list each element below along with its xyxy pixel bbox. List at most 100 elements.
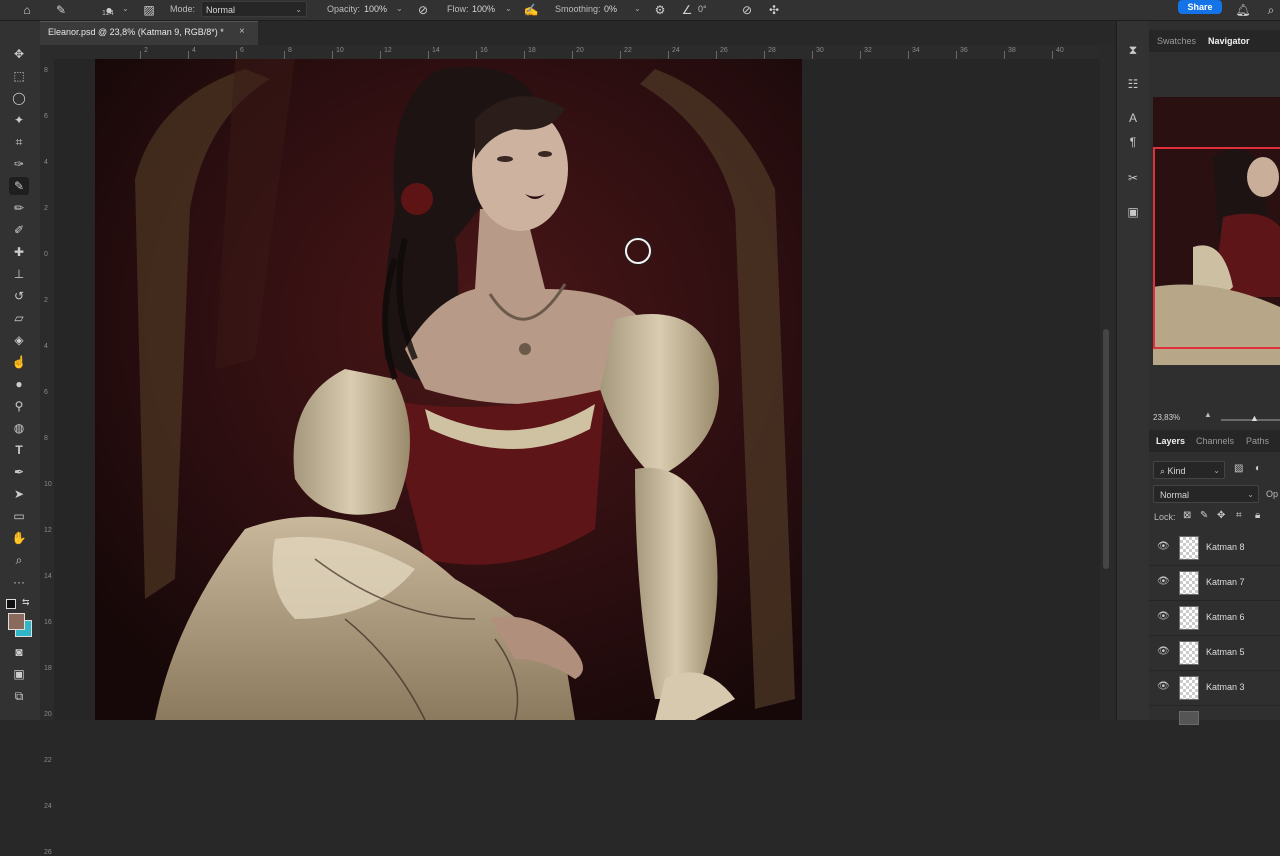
share-button[interactable]: Share bbox=[1178, 0, 1222, 14]
tab-swatches[interactable]: Swatches bbox=[1157, 30, 1196, 52]
chevron-down-icon[interactable]: ⌄ bbox=[396, 2, 403, 16]
pencil-tool-icon[interactable]: ✏ bbox=[9, 199, 29, 217]
ruler-tick-mark bbox=[1004, 51, 1005, 59]
eye-icon[interactable]: 👁︎ bbox=[1157, 541, 1170, 553]
sponge-tool-icon[interactable]: ◍ bbox=[9, 419, 29, 437]
tab-channels[interactable]: Channels bbox=[1196, 430, 1234, 452]
options-bar: ⌂ ✎ ● 124 ⌄ ▨ Mode: Normal ⌄ Opacity: 10… bbox=[0, 0, 1280, 21]
filter-image-icon[interactable]: ▨ bbox=[1234, 463, 1243, 474]
artboard-icon[interactable]: ⧉ bbox=[9, 687, 29, 705]
pen-tool-icon[interactable]: ✒ bbox=[9, 463, 29, 481]
opacity-field[interactable]: 100% bbox=[364, 1, 394, 17]
tab-layers[interactable]: Layers bbox=[1156, 430, 1185, 452]
eyedropper-tool-icon[interactable]: ✑ bbox=[9, 155, 29, 173]
ruler-tick-mark bbox=[188, 51, 189, 59]
rectangle-tool-icon[interactable]: ▭ bbox=[9, 507, 29, 525]
move-tool-icon[interactable]: ✥ bbox=[9, 45, 29, 63]
blur-tool-icon[interactable]: ● bbox=[9, 375, 29, 393]
layer-row[interactable]: 👁︎ Katman 6 bbox=[1149, 601, 1280, 636]
eye-icon[interactable]: 👁︎ bbox=[1157, 611, 1170, 623]
close-icon[interactable]: × bbox=[239, 26, 245, 37]
filter-adjustment-icon[interactable]: ◐ bbox=[1255, 463, 1261, 474]
lock-position-icon[interactable]: ✥ bbox=[1217, 510, 1225, 521]
tab-paths[interactable]: Paths bbox=[1246, 430, 1269, 452]
bell-icon[interactable]: 🔔︎ bbox=[1234, 1, 1252, 19]
history-brush-tool-icon[interactable]: ↺ bbox=[9, 287, 29, 305]
screen-mode-icon[interactable]: ▣ bbox=[9, 665, 29, 683]
healing-brush-tool-icon[interactable]: ✚ bbox=[9, 243, 29, 261]
ruler-tick-mark bbox=[812, 51, 813, 59]
type-tool-icon[interactable]: T bbox=[9, 441, 29, 459]
paragraph-panel-icon[interactable]: ¶ bbox=[1124, 133, 1142, 151]
search-icon[interactable]: ⌕ bbox=[1262, 1, 1280, 19]
symmetry-icon[interactable]: ✣ bbox=[765, 1, 783, 19]
properties-panel-icon[interactable]: ▣ bbox=[1124, 203, 1142, 221]
brush-tool-icon[interactable]: ✎ bbox=[9, 177, 29, 195]
clone-stamp-tool-icon[interactable]: ⊥ bbox=[9, 265, 29, 283]
object-selection-tool-icon[interactable]: ✦ bbox=[9, 111, 29, 129]
lock-paint-icon[interactable]: ✎ bbox=[1200, 510, 1208, 521]
crop-tool-icon[interactable]: ⌗ bbox=[9, 133, 29, 151]
vertical-scrollbar[interactable] bbox=[1100, 45, 1114, 720]
smoothing-field[interactable]: 0% bbox=[604, 1, 630, 17]
eraser-tool-icon[interactable]: ▱ bbox=[9, 309, 29, 327]
home-icon[interactable]: ⌂ bbox=[18, 1, 36, 19]
more-tools-icon[interactable]: ··· bbox=[9, 573, 29, 591]
chevron-down-icon[interactable]: ⌄ bbox=[122, 2, 129, 16]
adjustments-panel-icon[interactable]: ☷ bbox=[1124, 75, 1142, 93]
character-panel-icon[interactable]: A bbox=[1124, 109, 1142, 127]
history-panel-icon[interactable]: ⧗ bbox=[1124, 41, 1142, 59]
tab-navigator[interactable]: Navigator bbox=[1208, 30, 1250, 52]
flow-field[interactable]: 100% bbox=[472, 1, 502, 17]
chevron-down-icon[interactable]: ⌄ bbox=[634, 2, 641, 16]
brush-tool-preset-icon[interactable]: ✎ bbox=[52, 1, 70, 19]
brush-settings-icon[interactable]: ▨ bbox=[140, 1, 158, 19]
pressure-size-icon[interactable]: ⊘ bbox=[738, 1, 756, 19]
blend-mode-select[interactable]: Normal ⌄ bbox=[1153, 485, 1259, 503]
layer-row[interactable]: 👁︎ Katman 7 bbox=[1149, 566, 1280, 601]
marquee-tool-icon[interactable]: ⬚ bbox=[9, 67, 29, 85]
mixer-brush-tool-icon[interactable]: ✐ bbox=[9, 221, 29, 239]
swap-colors-icon[interactable]: ⇆ bbox=[22, 597, 30, 608]
zoom-out-icon[interactable]: ▲ bbox=[1204, 410, 1212, 419]
artwork-image[interactable] bbox=[95, 59, 802, 720]
path-selection-tool-icon[interactable]: ➤ bbox=[9, 485, 29, 503]
mode-select[interactable]: Normal ⌄ bbox=[201, 1, 307, 17]
document-tab[interactable]: Eleanor.psd @ 23,8% (Katman 9, RGB/8*) *… bbox=[40, 21, 258, 45]
quick-mask-icon[interactable]: ◙ bbox=[9, 643, 29, 661]
tools-preset-icon[interactable]: ✂ bbox=[1124, 169, 1142, 187]
layer-row-partial[interactable] bbox=[1149, 706, 1280, 725]
scrollbar-thumb[interactable] bbox=[1103, 329, 1109, 569]
ruler-tick-label: 4 bbox=[192, 47, 196, 54]
default-colors-icon[interactable] bbox=[6, 599, 16, 609]
smudge-tool-icon[interactable]: ☝ bbox=[9, 353, 29, 371]
dodge-tool-icon[interactable]: ⚲ bbox=[9, 397, 29, 415]
zoom-slider-thumb[interactable]: ▲ bbox=[1250, 413, 1259, 423]
layer-filter-select[interactable]: ⌕ Kind ⌄ bbox=[1153, 461, 1225, 479]
layer-thumbnail bbox=[1179, 606, 1199, 630]
layer-row[interactable]: 👁︎ Katman 5 bbox=[1149, 636, 1280, 671]
eye-icon[interactable]: 👁︎ bbox=[1157, 576, 1170, 588]
angle-value[interactable]: 0° bbox=[698, 2, 707, 16]
lock-transparent-icon[interactable]: ⊠ bbox=[1183, 510, 1191, 521]
layer-row[interactable]: 👁︎ Katman 8 bbox=[1149, 531, 1280, 566]
eye-icon[interactable]: 👁︎ bbox=[1157, 646, 1170, 658]
zoom-value[interactable]: 23,83% bbox=[1153, 413, 1180, 422]
mode-value: Normal bbox=[206, 5, 236, 15]
eye-icon[interactable]: 👁︎ bbox=[1157, 681, 1170, 693]
lock-all-icon[interactable]: 🔒︎ bbox=[1255, 510, 1260, 521]
hand-tool-icon[interactable]: ✋ bbox=[9, 529, 29, 547]
lasso-tool-icon[interactable]: ◯ bbox=[9, 89, 29, 107]
navigator-preview[interactable] bbox=[1153, 97, 1280, 365]
gear-icon[interactable]: ⚙ bbox=[651, 1, 669, 19]
lock-artboard-icon[interactable]: ⌗ bbox=[1236, 510, 1242, 521]
canvas-area[interactable] bbox=[54, 59, 1100, 720]
paint-bucket-tool-icon[interactable]: ◈ bbox=[9, 331, 29, 349]
zoom-tool-icon[interactable]: ⌕ bbox=[9, 551, 29, 569]
foreground-color-swatch[interactable] bbox=[8, 613, 25, 630]
ruler-tick-label: 32 bbox=[864, 47, 872, 54]
airbrush-icon[interactable]: ✍ bbox=[522, 1, 540, 19]
layer-row[interactable]: 👁︎ Katman 3 bbox=[1149, 671, 1280, 706]
pressure-opacity-icon[interactable]: ⊘ bbox=[414, 1, 432, 19]
chevron-down-icon[interactable]: ⌄ bbox=[505, 2, 512, 16]
